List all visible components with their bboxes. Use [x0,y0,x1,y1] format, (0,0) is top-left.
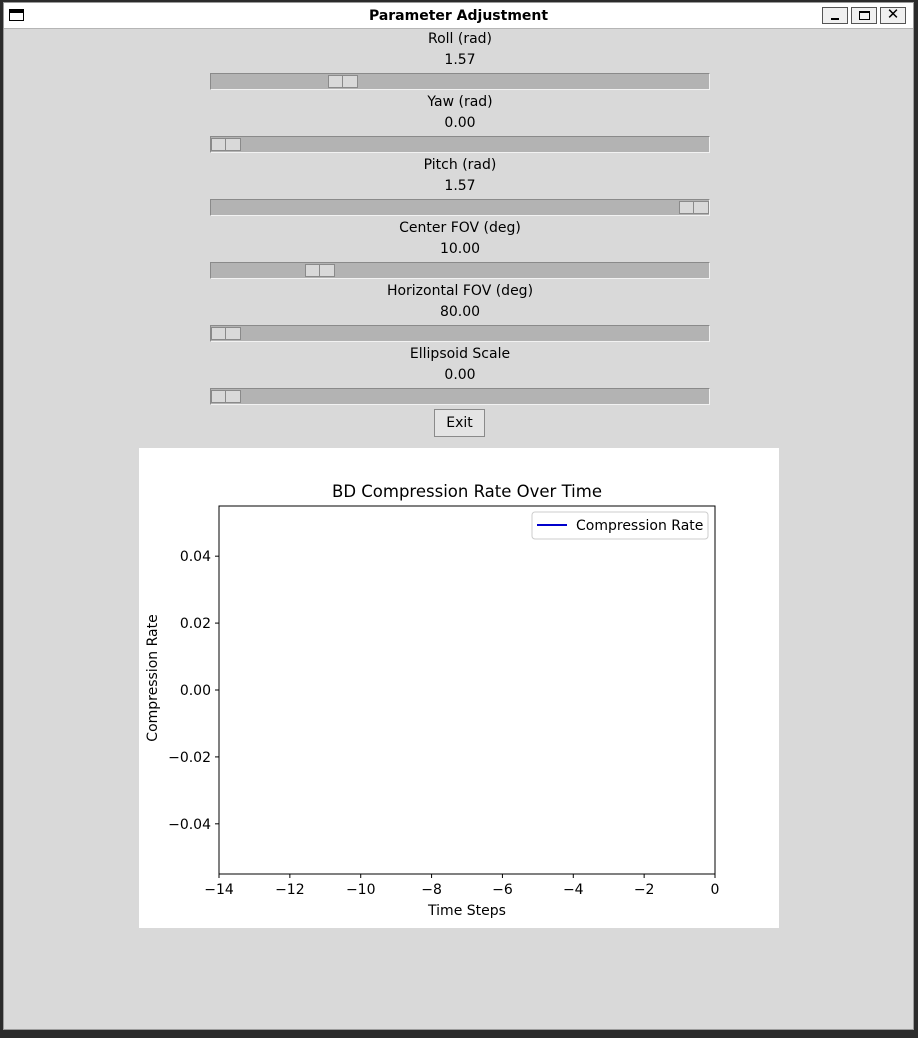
param-value: 0.00 [444,115,476,131]
param-yaw: Yaw (rad) 0.00 [210,92,710,134]
title-bar[interactable]: Parameter Adjustment ✕ [4,3,913,29]
param-value: 0.00 [444,367,476,383]
param-value: 80.00 [439,304,481,320]
x-tick-label: −14 [204,882,234,898]
plot-canvas: BD Compression Rate Over Time −14 −12 −10−… [139,448,779,928]
compression-chart: BD Compression Rate Over Time −14 −12 −10−… [145,482,720,919]
legend: Compression Rate [531,511,709,540]
minimize-icon [831,18,839,20]
x-tick-label: −10 [346,882,376,898]
minimize-button[interactable] [822,7,848,24]
y-tick-label: 0.00 [180,683,211,699]
pitch-slider[interactable] [210,199,710,216]
yaw-slider[interactable] [210,136,710,153]
slider-thumb[interactable] [211,390,241,403]
y-tick-label: 0.02 [180,616,211,632]
x-tick-label: −4 [563,882,584,898]
param-roll: Roll (rad) 1.57 [210,29,710,71]
param-label: Yaw (rad) [427,94,493,110]
param-center-fov: Center FOV (deg) 10.00 [210,218,710,260]
center-fov-slider[interactable] [210,262,710,279]
roll-slider[interactable] [210,73,710,90]
close-button[interactable]: ✕ [880,5,906,24]
slider-thumb[interactable] [328,75,358,88]
horizontal-fov-slider[interactable] [210,325,710,342]
slider-thumb[interactable] [679,201,709,214]
maximize-button[interactable] [851,7,877,24]
slider-thumb[interactable] [305,264,335,277]
x-axis-label: Time Steps [427,903,506,919]
param-ellipsoid-scale: Ellipsoid Scale 0.00 [210,344,710,386]
param-value: 10.00 [439,241,481,257]
ellipsoid-scale-slider[interactable] [210,388,710,405]
close-icon: ✕ [886,5,900,23]
window-title: Parameter Adjustment [368,8,549,24]
param-pitch: Pitch (rad) 1.57 [210,155,710,197]
chart-title: BD Compression Rate Over Time [332,482,602,501]
slider-thumb[interactable] [211,327,241,340]
legend-entry: Compression Rate [576,518,703,534]
axes-layer: −14 −12 −10 −8 −6 −4 −2 0 −0.04 −0.02 0.00 0.02 0.04 [168,505,720,898]
y-axis-label: Compression Rate [145,614,161,741]
x-tick-label: −6 [492,882,513,898]
exit-button[interactable]: Exit [434,409,485,437]
maximize-icon [859,11,870,20]
param-label: Center FOV (deg) [399,220,521,236]
x-tick-label: 0 [711,882,720,898]
param-label: Ellipsoid Scale [409,346,511,362]
param-value: 1.57 [444,52,476,68]
x-tick-label: −8 [421,882,442,898]
y-tick-label: −0.04 [168,817,211,833]
y-tick-label: 0.04 [180,549,211,565]
param-value: 1.57 [444,178,476,194]
plot-frame [218,505,716,875]
param-label: Pitch (rad) [423,157,497,173]
x-tick-label: −2 [634,882,655,898]
slider-thumb[interactable] [211,138,241,151]
param-horizontal-fov: Horizontal FOV (deg) 80.00 [210,281,710,323]
y-tick-label: −0.02 [168,750,211,766]
param-label: Roll (rad) [427,31,493,47]
param-label: Horizontal FOV (deg) [386,283,534,299]
x-tick-label: −12 [275,882,305,898]
parameter-window: Parameter Adjustment ✕ Roll (rad) 1.57 Y… [3,2,914,1030]
